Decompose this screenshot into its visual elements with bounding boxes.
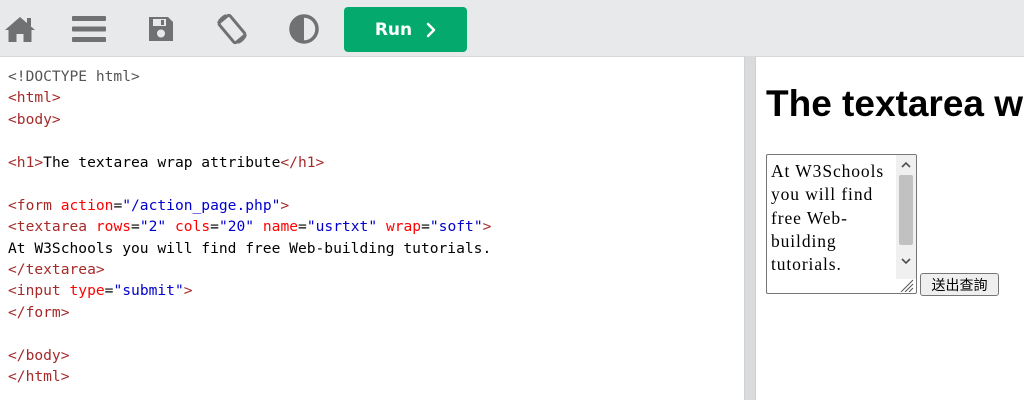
result-preview: The textarea wrap attribute At W3Schools… bbox=[756, 57, 1024, 400]
preview-textarea[interactable]: At W3Schools you will find free Web-buil… bbox=[766, 154, 917, 294]
code-token: = bbox=[131, 218, 140, 236]
resize-grip-icon[interactable] bbox=[897, 277, 915, 293]
code-token: = bbox=[421, 218, 430, 236]
code-token: <html> bbox=[8, 89, 61, 107]
code-token: "2" bbox=[139, 218, 167, 236]
code-line[interactable]: </body> bbox=[8, 345, 491, 366]
code-token: <!DOCTYPE html> bbox=[8, 68, 140, 85]
code-token: At W3Schools you will find free Web-buil… bbox=[8, 239, 492, 257]
textarea-scrollbar[interactable] bbox=[896, 155, 916, 279]
code-token: <h1> bbox=[8, 153, 44, 171]
code-line[interactable]: </textarea> bbox=[8, 259, 491, 280]
chevron-right-icon bbox=[426, 22, 436, 38]
code-token: type bbox=[69, 282, 105, 300]
save-icon bbox=[147, 15, 175, 43]
code-token: action bbox=[60, 196, 114, 214]
code-token: The textarea wrap attribute bbox=[43, 153, 281, 171]
code-token: > bbox=[280, 196, 290, 214]
code-line[interactable] bbox=[8, 130, 491, 151]
contrast-button[interactable] bbox=[284, 8, 324, 50]
code-line[interactable]: <textarea rows="2" cols="20" name="usrtx… bbox=[8, 216, 491, 237]
contrast-icon bbox=[288, 13, 320, 45]
scroll-down-icon[interactable] bbox=[896, 252, 916, 270]
code-line[interactable]: <!DOCTYPE html> bbox=[8, 66, 491, 87]
code-token: = bbox=[210, 218, 219, 236]
code-line[interactable]: </form> bbox=[8, 302, 491, 323]
code-token: = bbox=[113, 196, 123, 214]
code-token: wrap bbox=[385, 218, 422, 236]
code-token: "/action_page.php" bbox=[122, 196, 281, 214]
code-line[interactable] bbox=[8, 323, 491, 344]
save-button[interactable] bbox=[141, 8, 181, 50]
code-line[interactable]: <h1>The textarea wrap attribute</h1> bbox=[8, 152, 491, 173]
menu-icon bbox=[71, 14, 107, 44]
code-token: name bbox=[262, 218, 299, 236]
run-button[interactable]: Run bbox=[344, 7, 467, 52]
code-token: > bbox=[183, 282, 193, 300]
submit-button[interactable]: 送出查詢 bbox=[920, 273, 999, 296]
code-line[interactable]: <html> bbox=[8, 87, 491, 108]
code-token: <form bbox=[8, 196, 61, 214]
code-line[interactable] bbox=[8, 173, 491, 194]
code-token: "soft" bbox=[429, 218, 483, 236]
rotate-icon bbox=[214, 11, 250, 47]
code-token: > bbox=[482, 218, 492, 236]
code-token: <body> bbox=[8, 110, 61, 128]
code-token: </form> bbox=[8, 303, 70, 321]
menu-button[interactable] bbox=[69, 8, 109, 50]
run-label: Run bbox=[374, 19, 413, 40]
code-line[interactable]: <input type="submit"> bbox=[8, 280, 491, 301]
code-editor[interactable]: <!DOCTYPE html> <html> <body> <h1>The texta… bbox=[0, 57, 744, 400]
code-token: "submit" bbox=[113, 282, 184, 300]
home-button[interactable] bbox=[0, 8, 40, 50]
code-line[interactable]: <body> bbox=[8, 109, 491, 130]
code-line[interactable]: <form action="/action_page.php"> bbox=[8, 195, 491, 216]
textarea-value: At W3Schools you will find free Web-buil… bbox=[771, 161, 885, 275]
code-line[interactable]: At W3Schools you will find free Web-buil… bbox=[8, 238, 491, 259]
code-token: </html> bbox=[8, 368, 70, 386]
code-token: "usrtxt" bbox=[306, 218, 378, 236]
code-token: </body> bbox=[8, 346, 70, 364]
preview-heading: The textarea wrap attribute bbox=[766, 83, 1024, 124]
code-content[interactable]: <!DOCTYPE html> <html> <body> <h1>The texta… bbox=[8, 66, 491, 388]
code-token: <input bbox=[8, 282, 70, 300]
rotate-button[interactable] bbox=[212, 8, 252, 50]
code-token: </h1> bbox=[280, 153, 325, 171]
home-icon bbox=[4, 15, 36, 43]
code-token: "20" bbox=[218, 218, 255, 236]
toolbar: Run bbox=[0, 0, 1024, 57]
panel-divider[interactable] bbox=[744, 57, 756, 400]
code-token: rows bbox=[95, 218, 132, 236]
scroll-up-icon[interactable] bbox=[896, 155, 916, 173]
code-line[interactable]: </html> bbox=[8, 366, 491, 387]
scroll-thumb[interactable] bbox=[899, 175, 913, 245]
code-token: cols bbox=[174, 218, 211, 236]
code-token: <textarea bbox=[8, 218, 96, 236]
code-token: </textarea> bbox=[8, 260, 105, 278]
code-token: = bbox=[298, 218, 307, 236]
